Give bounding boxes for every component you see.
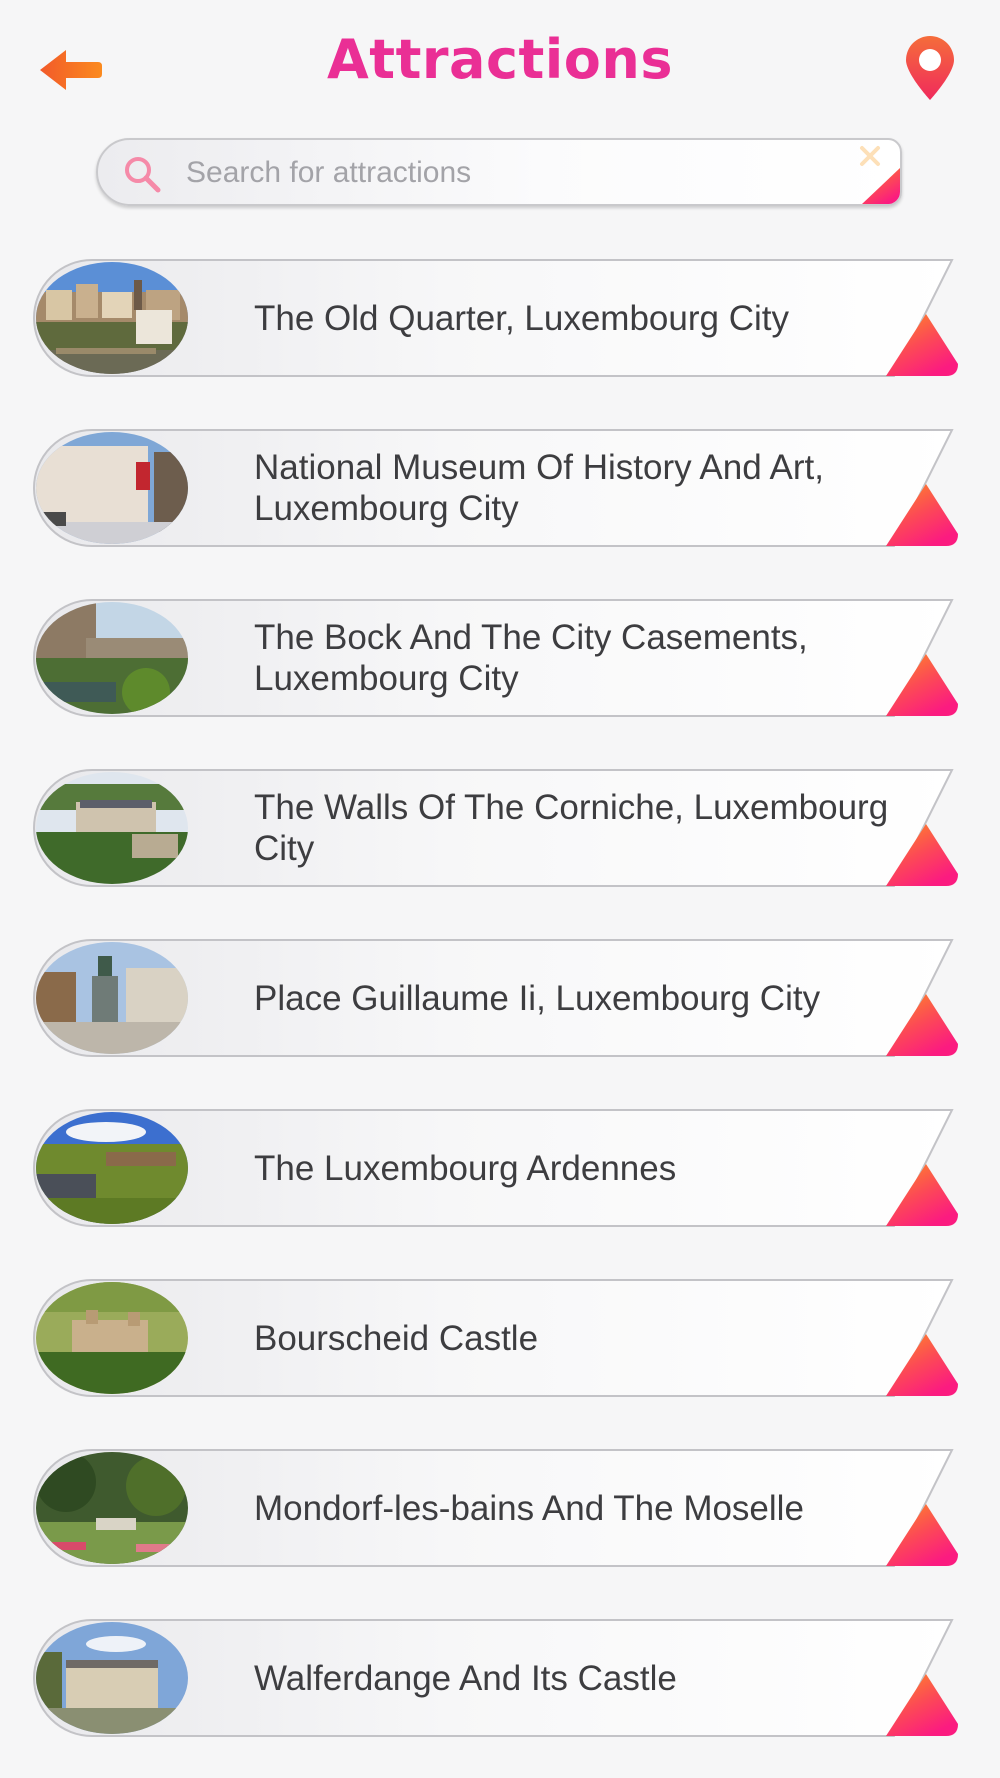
attraction-thumbnail	[36, 1282, 188, 1394]
attraction-name: The Old Quarter, Luxembourg City	[254, 298, 789, 338]
attraction-name: The Walls Of The Corniche, Luxembourg Ci…	[254, 788, 889, 868]
list-item-walferdange-castle[interactable]: Walferdange And Its Castle	[32, 1618, 958, 1738]
attraction-thumbnail	[36, 772, 188, 884]
attraction-name: The Bock And The City Casements, Luxembo…	[254, 618, 808, 698]
list-item-place-guillaume[interactable]: Place Guillaume Ii, Luxembourg City	[32, 938, 958, 1058]
list-item-mondorf-moselle[interactable]: Mondorf-les-bains And The Moselle	[32, 1448, 958, 1568]
header: Attractions	[0, 0, 1000, 130]
search-icon	[125, 157, 161, 193]
attraction-thumbnail	[36, 1112, 188, 1224]
map-pin-icon	[906, 36, 954, 100]
attraction-thumbnail	[36, 1622, 188, 1734]
list-item-old-quarter[interactable]: The Old Quarter, Luxembourg City	[32, 258, 958, 378]
attraction-thumbnail	[36, 432, 188, 544]
triangle-corner-icon	[862, 168, 900, 204]
attraction-name: National Museum Of History And Art, Luxe…	[254, 448, 824, 528]
attraction-name: The Luxembourg Ardennes	[254, 1148, 677, 1188]
attraction-thumbnail	[36, 262, 188, 374]
attraction-name: Place Guillaume Ii, Luxembourg City	[254, 978, 821, 1018]
location-button[interactable]	[900, 36, 960, 102]
list-item-ardennes[interactable]: The Luxembourg Ardennes	[32, 1108, 958, 1228]
attraction-thumbnail	[36, 1452, 188, 1564]
attraction-name: Walferdange And Its Castle	[254, 1658, 677, 1698]
list-item-bourscheid-castle[interactable]: Bourscheid Castle	[32, 1278, 958, 1398]
list-item-bock-casements[interactable]: The Bock And The City Casements, Luxembo…	[32, 598, 958, 718]
list-item-national-museum[interactable]: National Museum Of History And Art, Luxe…	[32, 428, 958, 548]
search-bar[interactable]	[96, 138, 902, 206]
page-title: Attractions	[326, 28, 673, 91]
attraction-thumbnail	[36, 602, 188, 714]
attraction-thumbnail	[36, 942, 188, 1054]
list-item-corniche-walls[interactable]: The Walls Of The Corniche, Luxembourg Ci…	[32, 768, 958, 888]
attraction-name: Bourscheid Castle	[254, 1318, 539, 1358]
search-input[interactable]	[184, 140, 828, 204]
attraction-name: Mondorf-les-bains And The Moselle	[254, 1488, 804, 1528]
